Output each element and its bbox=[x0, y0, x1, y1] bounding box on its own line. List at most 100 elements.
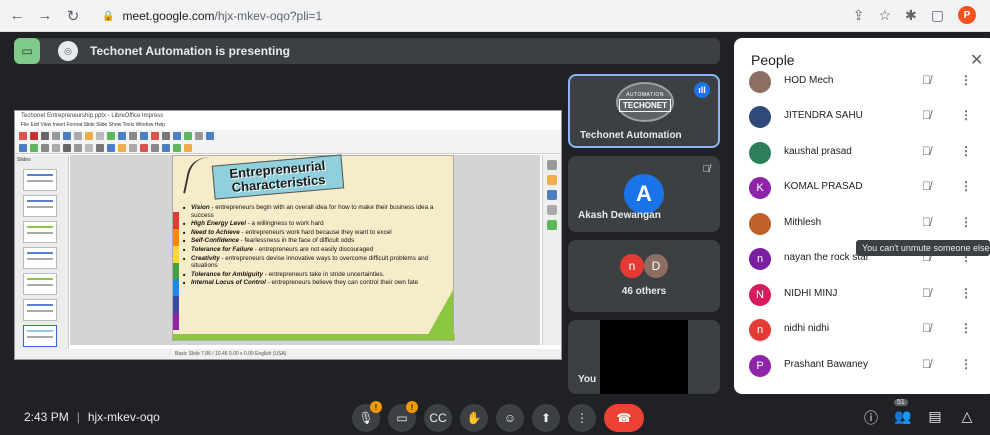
mic-off-icon: 🎙̸ bbox=[922, 179, 931, 193]
forward-arrow-icon[interactable]: → bbox=[34, 5, 56, 27]
clock-time: 2:43 PM bbox=[24, 410, 69, 424]
participant-row[interactable]: N NIDHI MINJ 🎙̸ ⋮ bbox=[734, 277, 990, 313]
present-screen-icon[interactable]: ▭ bbox=[14, 38, 40, 64]
avatar bbox=[749, 106, 771, 128]
bookmark-star-icon[interactable]: ☆ bbox=[878, 7, 891, 24]
more-options-icon[interactable]: ⋮ bbox=[960, 73, 972, 87]
participant-row[interactable]: K KOMAL PRASAD 🎙̸ ⋮ bbox=[734, 170, 990, 206]
bullet-item: Tolerance for Failure - entrepreneurs ar… bbox=[183, 246, 445, 254]
present-button[interactable]: ⬆ bbox=[532, 404, 560, 432]
slide-thumbnail[interactable] bbox=[23, 169, 57, 191]
mic-icon: 🎙 bbox=[358, 411, 374, 425]
mic-off-icon: 🎙̸ bbox=[922, 321, 931, 335]
bullet-text: - entrepreneurs are not easily discourag… bbox=[253, 245, 374, 253]
activities-icon[interactable]: △ bbox=[958, 408, 976, 428]
url-path: /hjx-mkev-oqo?pli=1 bbox=[214, 9, 323, 23]
bullet-item: Tolerance for Ambiguity - entrepreneurs … bbox=[183, 271, 445, 279]
raise-hand-button[interactable]: ✋ bbox=[460, 404, 488, 432]
self-view-tile[interactable]: You bbox=[568, 320, 720, 394]
participant-name: JITENDRA SAHU bbox=[784, 110, 863, 121]
more-options-icon[interactable]: ⋮ bbox=[960, 357, 972, 371]
participant-row[interactable]: kaushal prasad 🎙̸ ⋮ bbox=[734, 135, 990, 171]
more-options-icon[interactable]: ⋮ bbox=[960, 144, 972, 158]
participant-tile-presenter[interactable]: AUTOMATION TECHONET ıll Techonet Automat… bbox=[568, 74, 720, 148]
microphone-button[interactable]: 🎙! bbox=[352, 401, 382, 432]
bullet-item: High Energy Level - a willingness to wor… bbox=[183, 220, 445, 228]
camera-button[interactable]: ▭! bbox=[388, 401, 418, 432]
participant-row[interactable]: Mithlesh 🎙̸ ⋮ bbox=[734, 206, 990, 242]
animation-icon[interactable] bbox=[547, 220, 557, 230]
bullet-text: - entrepreneurs believe they can control… bbox=[265, 279, 419, 287]
more-options-icon[interactable]: ⋮ bbox=[960, 321, 972, 335]
participant-name: Mithlesh bbox=[784, 217, 822, 228]
participant-tile[interactable]: 🎙̸ A Akash Dewangan bbox=[568, 156, 720, 232]
present-icon: ⬆ bbox=[540, 411, 552, 425]
impress-sidebar bbox=[542, 155, 561, 345]
slide-thumbnail-selected[interactable] bbox=[23, 325, 57, 347]
logo-main-text: TECHONET bbox=[619, 99, 671, 112]
impress-toolbar bbox=[15, 130, 561, 154]
chat-icon[interactable]: ▤ bbox=[926, 408, 944, 428]
others-tile[interactable]: n D 46 others bbox=[568, 240, 720, 312]
self-video bbox=[600, 320, 688, 394]
avatar: P bbox=[749, 355, 771, 377]
participant-row[interactable]: P Prashant Bawaney 🎙̸ ⋮ bbox=[734, 348, 990, 384]
color-stripe bbox=[173, 212, 179, 331]
gallery-icon[interactable] bbox=[547, 190, 557, 200]
avatar: D bbox=[644, 254, 668, 278]
logo-top-text: AUTOMATION bbox=[626, 92, 664, 98]
more-options-icon[interactable]: ⋮ bbox=[960, 108, 972, 122]
meeting-code: hjx-mkev-oqo bbox=[87, 410, 160, 424]
mic-off-icon: 🎙̸ bbox=[702, 164, 711, 175]
extensions-puzzle-icon[interactable]: ✱ bbox=[905, 7, 917, 24]
people-icon[interactable]: 👥 51 bbox=[894, 399, 912, 428]
back-arrow-icon[interactable]: ← bbox=[6, 5, 28, 27]
participant-row[interactable]: n nidhi nidhi 🎙̸ ⋮ bbox=[734, 312, 990, 348]
captions-button[interactable]: CC bbox=[424, 404, 452, 432]
mic-off-icon: 🎙̸ bbox=[922, 108, 931, 122]
side-controls: ⓘ 👥 51 ▤ △ bbox=[862, 399, 976, 428]
properties-icon[interactable] bbox=[547, 160, 557, 170]
captions-icon: CC bbox=[429, 411, 447, 425]
navigator-icon[interactable] bbox=[547, 205, 557, 215]
reload-icon[interactable]: ↻ bbox=[62, 5, 84, 27]
bullet-item: Internal Locus of Control - entrepreneur… bbox=[183, 279, 445, 287]
more-options-button[interactable]: ⋮ bbox=[568, 404, 596, 432]
bullet-item: Vision - entrepreneurs begin with an ove… bbox=[183, 204, 445, 219]
participant-name: HOD Mech bbox=[784, 75, 834, 86]
slide-thumbnail[interactable] bbox=[23, 273, 57, 295]
swirl-decoration bbox=[183, 153, 215, 199]
slide-thumbnails-pane: Slides bbox=[15, 155, 69, 351]
bullet-text: - entrepreneurs work hard because they w… bbox=[239, 228, 392, 236]
more-options-icon[interactable]: ⋮ bbox=[960, 179, 972, 193]
participant-row[interactable]: HOD Mech 🎙̸ ⋮ bbox=[734, 64, 990, 100]
impress-status-bar: Basic Slide 7.86 / 10.46 0.00 x 0.00 Eng… bbox=[15, 349, 561, 359]
participant-row[interactable]: JITENDRA SAHU 🎙̸ ⋮ bbox=[734, 99, 990, 135]
bullet-item: Creativity - entrepreneurs devise innova… bbox=[183, 255, 445, 270]
more-options-icon[interactable]: ⋮ bbox=[960, 286, 972, 300]
slide-thumbnail[interactable] bbox=[23, 299, 57, 321]
avatar bbox=[749, 213, 771, 235]
slide-thumbnail[interactable] bbox=[23, 195, 57, 217]
address-bar[interactable]: 🔒 meet.google.com/hjx-mkev-oqo?pli=1 bbox=[92, 5, 952, 27]
mic-off-icon: 🎙̸ bbox=[922, 357, 931, 371]
shared-screen: Techonet Entrepreneurship.pptx - LibreOf… bbox=[14, 110, 562, 360]
tile-name: You bbox=[578, 374, 597, 385]
avatar: N bbox=[749, 284, 771, 306]
info-icon[interactable]: ⓘ bbox=[862, 408, 880, 428]
more-options-icon[interactable]: ⋮ bbox=[960, 215, 972, 229]
avatar: n bbox=[620, 254, 644, 278]
leave-call-button[interactable]: ☎ bbox=[604, 404, 644, 432]
mic-off-icon: 🎙̸ bbox=[922, 215, 931, 229]
profile-avatar[interactable]: P bbox=[958, 6, 976, 24]
share-icon[interactable]: ⇪ bbox=[853, 7, 865, 24]
slide-thumbnail[interactable] bbox=[23, 221, 57, 243]
bullet-text: - entrepreneurs begin with an overall id… bbox=[191, 204, 434, 219]
bullet-term: Vision bbox=[191, 204, 210, 211]
reactions-button[interactable]: ☺ bbox=[496, 404, 524, 432]
others-count-label: 46 others bbox=[621, 286, 667, 297]
slide-thumbnail[interactable] bbox=[23, 247, 57, 269]
avatar: A bbox=[624, 174, 664, 214]
side-panel-icon[interactable]: ▢ bbox=[931, 7, 944, 24]
styles-icon[interactable] bbox=[547, 175, 557, 185]
